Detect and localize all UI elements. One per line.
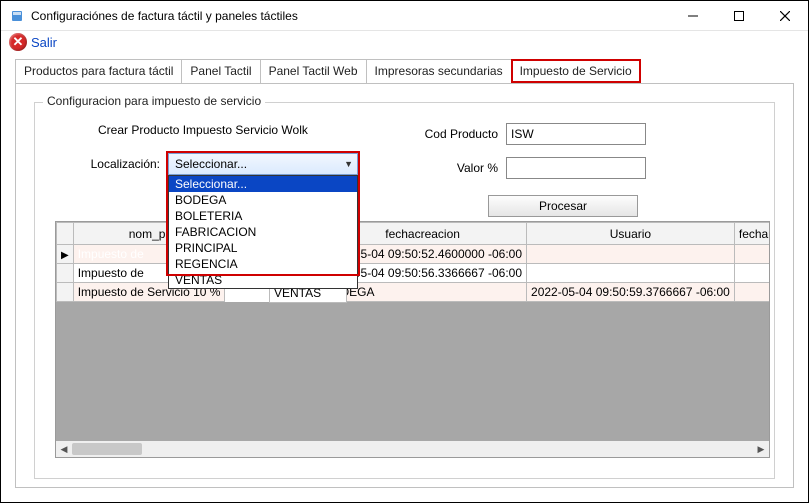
groupbox-impuesto: Configuracion para impuesto de servicio … xyxy=(34,102,775,479)
localizacion-combo-wrap: Seleccionar... ▼ Seleccionar... BODEGA B… xyxy=(168,153,358,175)
valor-input[interactable] xyxy=(506,157,646,179)
form-left-col: Crear Producto Impuesto Servicio Wolk Lo… xyxy=(90,123,358,217)
cell-fau[interactable] xyxy=(734,264,770,283)
dropdown-item-bodega[interactable]: BODEGA xyxy=(169,192,357,208)
grid-corner[interactable] xyxy=(57,223,74,245)
dropdown-item-seleccionar[interactable]: Seleccionar... xyxy=(169,176,357,192)
data-grid[interactable]: nom_pr loc usuariocreacion fechacreacion… xyxy=(56,222,770,302)
scroll-right-icon[interactable]: ▶ xyxy=(753,441,769,457)
close-circle-icon: ✕ xyxy=(9,33,27,51)
minimize-button[interactable] xyxy=(670,1,716,30)
tab-content: Configuracion para impuesto de servicio … xyxy=(15,83,794,488)
tab-impresoras[interactable]: Impresoras secundarias xyxy=(366,59,512,83)
row-header xyxy=(57,264,74,283)
col-fechau[interactable]: fechau xyxy=(734,223,770,245)
titlebar: Configuraciónes de factura táctil y pane… xyxy=(1,1,808,31)
salir-label: Salir xyxy=(31,35,57,50)
cell-fc[interactable]: 2022-05-04 09:50:59.3766667 -06:00 xyxy=(527,283,735,302)
combo-selected-text: Seleccionar... xyxy=(175,157,247,171)
table-row[interactable]: Impuesto de BODEGA 2022-05-04 09:50:56.3… xyxy=(57,264,771,283)
procesar-button[interactable]: Procesar xyxy=(488,195,638,217)
tab-impuesto-servicio[interactable]: Impuesto de Servicio xyxy=(511,59,641,83)
toolbar: ✕ Salir xyxy=(1,31,808,55)
window-controls xyxy=(670,1,808,30)
cod-producto-input[interactable] xyxy=(506,123,646,145)
valor-label: Valor % xyxy=(418,161,498,175)
localizacion-dropdown: Seleccionar... BODEGA BOLETERIA FABRICAC… xyxy=(168,175,358,289)
table-row[interactable]: ▶ Impuesto de BODEGA 2022-05-04 09:50:52… xyxy=(57,245,771,264)
crear-producto-title: Crear Producto Impuesto Servicio Wolk xyxy=(90,123,358,137)
form-row: Crear Producto Impuesto Servicio Wolk Lo… xyxy=(35,103,774,223)
dropdown-item-ventas[interactable]: VENTAS xyxy=(169,272,357,288)
window-title: Configuraciónes de factura táctil y pane… xyxy=(31,9,670,23)
tab-panel-tactil[interactable]: Panel Tactil xyxy=(181,59,260,83)
dropdown-item-regencia[interactable]: REGENCIA xyxy=(169,256,357,272)
cell-us[interactable] xyxy=(734,283,770,302)
dropdown-item-boleteria[interactable]: BOLETERIA xyxy=(169,208,357,224)
dropdown-item-fabricacion[interactable]: FABRICACION xyxy=(169,224,357,240)
form-right-col: Cod Producto Valor % Procesar xyxy=(418,123,646,217)
localizacion-field: Localización: Seleccionar... ▼ Seleccion… xyxy=(90,153,358,175)
tab-panel-tactil-web[interactable]: Panel Tactil Web xyxy=(260,59,367,83)
localizacion-combo[interactable]: Seleccionar... ▼ xyxy=(168,153,358,175)
valor-field: Valor % xyxy=(418,157,646,179)
cod-producto-label: Cod Producto xyxy=(418,127,498,141)
row-header xyxy=(57,283,74,302)
scroll-left-icon[interactable]: ◀ xyxy=(56,441,72,457)
localizacion-label: Localización: xyxy=(90,157,160,171)
table-row[interactable]: Impuesto de Servicio 10 % VENTAS BODEGA … xyxy=(57,283,771,302)
grid-h-scrollbar[interactable]: ◀ ▶ xyxy=(56,441,769,457)
cod-producto-field: Cod Producto xyxy=(418,123,646,145)
cell-fau[interactable] xyxy=(734,245,770,264)
app-icon xyxy=(9,8,25,24)
grid-inner: nom_pr loc usuariocreacion fechacreacion… xyxy=(56,222,769,302)
row-pointer: ▶ xyxy=(57,245,74,264)
salir-button[interactable]: ✕ Salir xyxy=(9,33,57,51)
chevron-down-icon: ▼ xyxy=(344,159,353,169)
maximize-button[interactable] xyxy=(716,1,762,30)
cell-us[interactable] xyxy=(527,264,735,283)
close-button[interactable] xyxy=(762,1,808,30)
scroll-thumb[interactable] xyxy=(72,443,142,455)
tab-productos[interactable]: Productos para factura táctil xyxy=(15,59,182,83)
grid-wrap: nom_pr loc usuariocreacion fechacreacion… xyxy=(55,221,770,458)
groupbox-title: Configuracion para impuesto de servicio xyxy=(43,94,265,108)
dropdown-item-principal[interactable]: PRINCIPAL xyxy=(169,240,357,256)
col-usuario[interactable]: Usuario xyxy=(527,223,735,245)
scroll-track[interactable] xyxy=(72,441,753,457)
tab-row: Productos para factura táctil Panel Tact… xyxy=(15,59,794,83)
cell-us[interactable] xyxy=(527,245,735,264)
